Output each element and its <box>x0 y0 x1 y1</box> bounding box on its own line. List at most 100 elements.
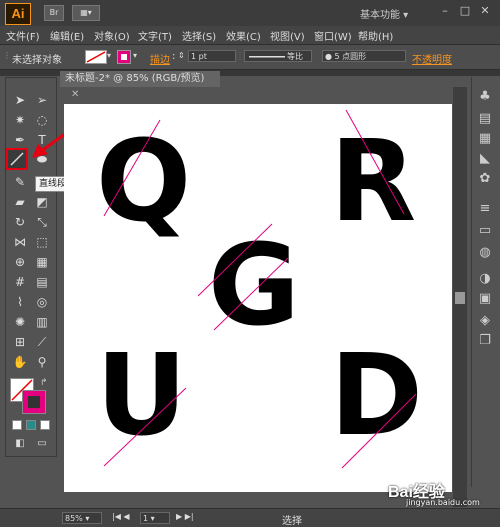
direct-selection-tool-icon[interactable]: ➢ <box>34 92 50 108</box>
artboard-number-value: 1 <box>143 514 149 523</box>
line-u[interactable] <box>103 387 187 467</box>
eyedropper-tool-icon[interactable]: ⌇ <box>12 294 28 310</box>
transparency-panel-icon[interactable]: ◍ <box>476 244 494 262</box>
close-icon[interactable]: ✕ <box>478 4 492 18</box>
swatches-panel-icon[interactable]: ▦ <box>476 130 494 148</box>
graphic-styles-panel-icon[interactable]: ▣ <box>476 290 494 308</box>
stroke-weight-field[interactable]: 1 pt <box>188 50 236 62</box>
document-tab[interactable]: 未标题-2* @ 85% (RGB/预览) ✕ <box>60 71 220 100</box>
stroke-stepper-icon[interactable]: ⇕ <box>178 51 185 60</box>
menu-effect[interactable]: 效果(C) <box>226 28 261 43</box>
free-transform-tool-icon[interactable]: ⬚ <box>34 234 50 250</box>
stroke-panel-icon[interactable]: ≡ <box>476 200 494 218</box>
screen-mode-icon[interactable]: ▭ <box>34 436 50 452</box>
zoom-tool-icon[interactable]: ⚲ <box>34 354 50 370</box>
bridge-button[interactable]: Br <box>44 5 64 21</box>
magic-wand-tool-icon[interactable]: ✷ <box>12 112 28 128</box>
arrange-grid-icon: ▦▾ <box>80 8 92 17</box>
column-graph-tool-icon[interactable]: ▥ <box>34 314 50 330</box>
menu-file[interactable]: 文件(F) <box>6 28 40 43</box>
title-bar: Ai Br ▦▾ 基本功能 ▾ – □ ✕ <box>0 0 500 26</box>
mesh-tool-icon[interactable]: # <box>12 274 28 290</box>
line-g-1[interactable] <box>197 223 273 297</box>
paintbrush-tool-icon[interactable]: ✎ <box>12 174 28 190</box>
minimize-icon[interactable]: – <box>438 4 452 18</box>
blob-brush-tool-icon[interactable]: ▰ <box>12 194 28 210</box>
next-artboard-icon[interactable]: ▶ ▶| <box>176 512 194 521</box>
scale-tool-icon[interactable]: ⤡ <box>34 214 50 230</box>
width-tool-icon[interactable]: ⋈ <box>12 234 28 250</box>
slice-tool-icon[interactable]: ⟋ <box>34 334 50 350</box>
gradient-panel-icon[interactable]: ▭ <box>476 222 494 240</box>
stroke-weight-value: 1 pt <box>191 52 207 61</box>
artboard[interactable]: Q R G U D <box>64 104 452 492</box>
menu-help[interactable]: 帮助(H) <box>358 28 393 43</box>
artboard-tool-icon[interactable]: ⊞ <box>12 334 28 350</box>
menu-edit[interactable]: 编辑(E) <box>50 28 84 43</box>
zoom-level-field[interactable]: 85% ▾ <box>62 512 102 524</box>
shape-builder-tool-icon[interactable]: ⊕ <box>12 254 28 270</box>
symbol-sprayer-tool-icon[interactable]: ✺ <box>12 314 28 330</box>
color-guide-icon[interactable]: ▤ <box>476 110 494 128</box>
stroke-color-box[interactable] <box>22 390 46 414</box>
restore-icon[interactable]: □ <box>458 4 472 18</box>
artboards-panel-icon[interactable]: ❐ <box>476 332 494 350</box>
brush-definition[interactable]: ● 5 点圆形 <box>322 50 406 62</box>
brushes-panel-icon[interactable]: ◣ <box>476 150 494 168</box>
drawn-lines <box>103 109 417 469</box>
variable-width-profile[interactable]: 等比 <box>244 50 312 62</box>
draw-mode-icon[interactable]: ◧ <box>12 436 28 452</box>
workspace-switcher[interactable]: 基本功能 ▾ <box>360 6 408 21</box>
artboard-number-field[interactable]: 1 ▾ <box>140 512 170 524</box>
stroke-swatch-inner <box>121 54 127 60</box>
color-mode-icon[interactable] <box>12 420 22 430</box>
menu-select[interactable]: 选择(S) <box>182 28 216 43</box>
rotate-tool-icon[interactable]: ↻ <box>12 214 28 230</box>
stroke-swatch[interactable] <box>117 50 131 64</box>
vertical-scroll-thumb[interactable] <box>455 292 465 304</box>
profile-line-icon <box>249 56 285 58</box>
menu-bar: 文件(F) 编辑(E) 对象(O) 文字(T) 选择(S) 效果(C) 视图(V… <box>0 26 500 45</box>
profile-label: 等比 <box>287 52 303 61</box>
close-tab-icon[interactable]: ✕ <box>71 89 79 100</box>
opacity-link[interactable]: 不透明度 <box>412 51 452 66</box>
stroke-label-link[interactable]: 描边 <box>150 51 170 66</box>
hand-tool-icon[interactable]: ✋ <box>12 354 28 370</box>
stroke-color-inner <box>28 396 40 408</box>
pen-tool-icon[interactable]: ✒ <box>12 132 28 148</box>
menu-window[interactable]: 窗口(W) <box>314 28 352 43</box>
menu-view[interactable]: 视图(V) <box>270 28 305 43</box>
gradient-tool-icon[interactable]: ▤ <box>34 274 50 290</box>
line-g-2[interactable] <box>213 257 289 331</box>
perspective-grid-tool-icon[interactable]: ▦ <box>34 254 50 270</box>
workspace-label: 基本功能 <box>360 10 400 21</box>
symbols-panel-icon[interactable]: ✿ <box>476 170 494 188</box>
layers-panel-icon[interactable]: ◈ <box>476 312 494 330</box>
arrange-documents-button[interactable]: ▦▾ <box>72 5 100 21</box>
blend-tool-icon[interactable]: ◎ <box>34 294 50 310</box>
swap-fill-stroke-icon[interactable]: ↱ <box>40 378 48 388</box>
fill-dropdown-icon[interactable]: ▾ <box>107 51 111 60</box>
app-logo: Ai <box>5 3 31 25</box>
line-segment-tool[interactable] <box>6 148 28 170</box>
fill-swatch[interactable] <box>85 50 107 64</box>
first-artboard-icon[interactable]: |◀ ◀ <box>112 512 130 521</box>
eraser-tool-icon[interactable]: ◩ <box>34 194 50 210</box>
gradient-mode-icon[interactable] <box>26 420 36 430</box>
stroke-dropdown-icon[interactable]: ▾ <box>133 51 137 60</box>
line-r[interactable] <box>345 109 405 215</box>
selection-tool-icon[interactable]: ➤ <box>12 92 28 108</box>
watermark-url: jingyan.baidu.com <box>406 498 480 507</box>
document-tab-title: 未标题-2* @ 85% (RGB/预览) <box>65 73 205 84</box>
color-panel-icon[interactable]: ♣ <box>476 88 494 106</box>
none-mode-icon[interactable] <box>40 420 50 430</box>
status-bar: 85% ▾ |◀ ◀ 1 ▾ ▶ ▶| 选择 <box>0 508 500 527</box>
appearance-panel-icon[interactable]: ◑ <box>476 270 494 288</box>
menu-type[interactable]: 文字(T) <box>138 28 172 43</box>
line-q[interactable] <box>103 119 161 217</box>
selection-status: 未选择对象 <box>12 55 62 66</box>
line-segment-tool-icon <box>10 152 24 166</box>
line-d[interactable] <box>341 393 417 469</box>
status-mode[interactable]: 选择 <box>282 512 302 527</box>
menu-object[interactable]: 对象(O) <box>94 28 130 43</box>
